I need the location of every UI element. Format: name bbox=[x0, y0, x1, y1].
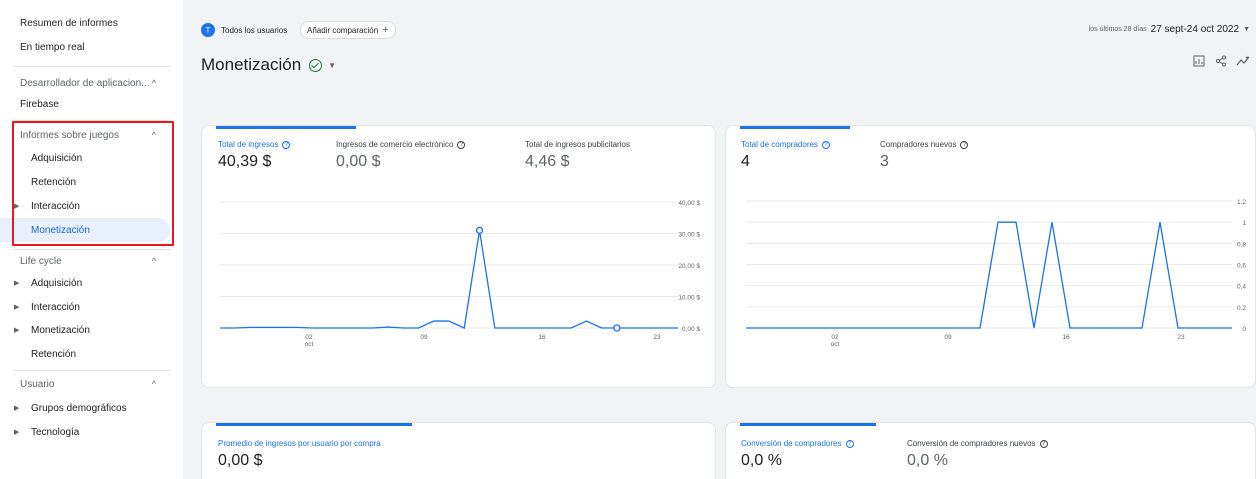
sidebar-item-label: Grupos demográficos bbox=[31, 402, 127, 414]
sidebar-item-label: En tiempo real bbox=[20, 41, 85, 53]
section-title: Desarrollador de aplicacion... bbox=[20, 77, 150, 89]
x-tick-label: oct bbox=[831, 341, 840, 348]
arppu-card: Promedio de ingresos por usuario por com… bbox=[201, 422, 716, 479]
series-line bbox=[746, 221, 1232, 329]
metric-value: 0,00 $ bbox=[218, 452, 263, 469]
x-tick-label: 02 bbox=[831, 334, 839, 341]
date-range-value: 27 sept-24 oct 2022 bbox=[1150, 24, 1240, 35]
metric-new-buyer-conversion[interactable]: Conversión de compradores nuevos? 0,0 % bbox=[907, 439, 1048, 470]
sidebar-item-lc-engagement[interactable]: ▶ Interacción bbox=[0, 296, 170, 318]
segment-label: Todos los usuarios bbox=[221, 25, 288, 35]
x-tick-label: 09 bbox=[420, 334, 428, 341]
insights-icon[interactable] bbox=[1236, 54, 1250, 68]
sidebar-item-technology[interactable]: ▶ Tecnología bbox=[0, 421, 170, 443]
x-tick-label: oct bbox=[305, 341, 314, 348]
help-icon[interactable]: ? bbox=[1039, 439, 1048, 448]
metric-label: Conversión de compradores bbox=[741, 439, 842, 448]
sidebar-item-lc-monetization[interactable]: ▶ Monetización bbox=[0, 319, 170, 341]
active-tab-indicator bbox=[216, 423, 412, 426]
divider bbox=[14, 370, 170, 371]
y-tick-label: 10,00 $ bbox=[678, 295, 700, 302]
sidebar-item-demographics[interactable]: ▶ Grupos demográficos bbox=[0, 397, 170, 419]
x-tick-label: 23 bbox=[653, 334, 661, 341]
caret-right-icon: ▶ bbox=[14, 280, 20, 287]
page-title-row: Monetización ▼ bbox=[201, 55, 336, 75]
buyers-line-chart: 1,2 1 0,8 0,6 0,4 0,2 0 02oct 09 16 23 bbox=[746, 199, 1246, 348]
metric-label: Conversión de compradores nuevos bbox=[907, 439, 1036, 448]
add-comparison-button[interactable]: Añadir comparación + bbox=[300, 21, 396, 39]
revenue-line-chart: 40,00 $ 30,00 $ 20,00 $ 10,00 $ 0,00 $ 02oct 0… bbox=[220, 200, 700, 348]
x-tick-label: 23 bbox=[1177, 334, 1185, 341]
chevron-up-icon: ^ bbox=[151, 379, 156, 389]
caret-down-icon: ▼ bbox=[1243, 26, 1250, 33]
caret-right-icon: ▶ bbox=[14, 304, 20, 311]
metric-buyer-conversion[interactable]: Conversión de compradores? 0,0 % bbox=[741, 439, 854, 470]
caret-down-icon[interactable]: ▼ bbox=[328, 61, 336, 70]
y-tick-label: 0 bbox=[1242, 326, 1246, 333]
x-tick-label: 16 bbox=[1062, 334, 1070, 341]
sidebar-item-lc-retention[interactable]: Retención bbox=[0, 343, 170, 365]
segment-avatar: T bbox=[201, 23, 215, 37]
section-header-user[interactable]: Usuario ^ bbox=[0, 373, 170, 395]
sidebar: Resumen de informes En tiempo real Desar… bbox=[0, 0, 183, 479]
y-tick-label: 0,8 bbox=[1237, 241, 1246, 248]
y-tick-label: 0,2 bbox=[1237, 305, 1246, 312]
sidebar-item-label: Firebase bbox=[20, 98, 59, 110]
check-circle-icon[interactable] bbox=[309, 58, 323, 72]
sidebar-item-label: Tecnología bbox=[31, 426, 80, 438]
customize-report-icon[interactable] bbox=[1192, 54, 1206, 68]
sidebar-item-report-summary[interactable]: Resumen de informes bbox=[0, 12, 170, 34]
buyers-card: Total de compradores? 4 Compradores nuev… bbox=[725, 125, 1256, 388]
share-icon[interactable] bbox=[1214, 54, 1228, 68]
help-icon[interactable]: ? bbox=[845, 439, 854, 448]
caret-right-icon: ▶ bbox=[14, 327, 20, 334]
section-header-app-developer[interactable]: Desarrollador de aplicacion... ^ bbox=[0, 72, 170, 94]
sidebar-item-realtime[interactable]: En tiempo real bbox=[0, 36, 170, 58]
y-tick-label: 30,00 $ bbox=[678, 232, 700, 239]
caret-right-icon: ▶ bbox=[14, 429, 20, 436]
highlight-box bbox=[12, 121, 174, 246]
metric-value: 0,0 % bbox=[741, 452, 782, 469]
data-point-marker bbox=[613, 324, 621, 332]
section-title: Usuario bbox=[20, 378, 55, 390]
y-tick-label: 0,4 bbox=[1237, 284, 1246, 291]
metric-label: Promedio de ingresos por usuario por com… bbox=[218, 439, 381, 448]
revenue-card: Total de ingresos? 40,39 $ Ingresos de c… bbox=[201, 125, 716, 388]
sidebar-item-label: Resumen de informes bbox=[20, 17, 118, 29]
add-comparison-label: Añadir comparación bbox=[307, 25, 379, 35]
report-toolbar bbox=[1192, 54, 1250, 68]
y-tick-label: 0,00 $ bbox=[682, 326, 700, 333]
sidebar-item-lc-acquisition[interactable]: ▶ Adquisición bbox=[0, 272, 170, 294]
y-tick-label: 0,6 bbox=[1237, 263, 1246, 270]
sidebar-item-label: Adquisición bbox=[31, 277, 83, 289]
caret-right-icon: ▶ bbox=[14, 405, 20, 412]
metric-value: 0,0 % bbox=[907, 452, 948, 469]
y-tick-label: 1 bbox=[1242, 220, 1246, 227]
metric-arppu[interactable]: Promedio de ingresos por usuario por com… bbox=[218, 439, 381, 470]
divider bbox=[14, 66, 170, 67]
page-title: Monetización bbox=[201, 55, 302, 74]
conversion-card: Conversión de compradores? 0,0 % Convers… bbox=[725, 422, 1256, 479]
y-tick-label: 40,00 $ bbox=[678, 200, 700, 207]
plus-icon: + bbox=[382, 24, 389, 36]
sidebar-item-firebase[interactable]: Firebase bbox=[0, 93, 170, 115]
sidebar-item-label: Interacción bbox=[31, 301, 80, 313]
sidebar-item-label: Monetización bbox=[31, 324, 90, 336]
x-tick-label: 16 bbox=[538, 334, 546, 341]
section-header-life-cycle[interactable]: Life cycle ^ bbox=[0, 250, 170, 272]
chevron-up-icon: ^ bbox=[151, 256, 156, 266]
data-point-marker bbox=[475, 226, 484, 234]
sidebar-item-label: Retención bbox=[31, 348, 77, 360]
chevron-up-icon: ^ bbox=[151, 78, 156, 88]
date-range-picker[interactable]: los últimos 28 días 27 sept-24 oct 2022 … bbox=[1089, 24, 1250, 35]
series-line bbox=[220, 230, 678, 329]
y-tick-label: 1,2 bbox=[1237, 199, 1246, 206]
section-title: Life cycle bbox=[20, 255, 62, 267]
y-tick-label: 20,00 $ bbox=[678, 263, 700, 270]
segment-chip[interactable]: T Todos los usuarios bbox=[201, 21, 295, 39]
x-tick-label: 02 bbox=[305, 334, 313, 341]
date-range-prefix: los últimos 28 días bbox=[1088, 26, 1147, 33]
x-tick-label: 09 bbox=[944, 334, 952, 341]
active-tab-indicator bbox=[740, 423, 876, 426]
